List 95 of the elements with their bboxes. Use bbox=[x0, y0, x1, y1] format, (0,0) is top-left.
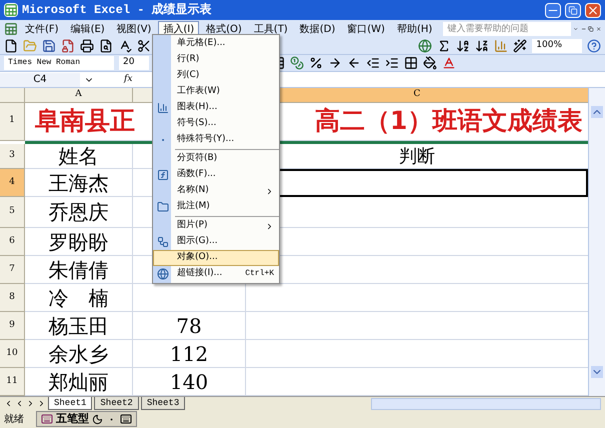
new-icon[interactable] bbox=[4, 39, 18, 53]
status-text: 就绪 bbox=[4, 412, 25, 426]
row-header[interactable]: 11 bbox=[0, 368, 25, 396]
menu-item-icon bbox=[157, 268, 169, 280]
menu-item-icon bbox=[157, 102, 169, 114]
scroll-down-icon[interactable] bbox=[591, 366, 603, 378]
table-cell: 78 bbox=[133, 312, 246, 340]
row-header[interactable]: 6 bbox=[0, 228, 25, 256]
table-cell: 王海杰 bbox=[25, 169, 133, 197]
menu-item[interactable]: 图表(H)... bbox=[153, 100, 279, 116]
table-cell: 姓名 bbox=[25, 144, 133, 169]
sort-ascending-icon[interactable] bbox=[456, 39, 470, 53]
table-cell: 罗盼盼 bbox=[25, 228, 133, 256]
menu-item[interactable]: 格式(O) bbox=[201, 21, 247, 37]
menu-item[interactable]: 名称(N) bbox=[153, 183, 279, 199]
corner-cell[interactable] bbox=[0, 88, 25, 102]
horizontal-scrollbar[interactable] bbox=[371, 398, 601, 410]
menu-item[interactable]: 图示(G)... bbox=[153, 234, 279, 250]
name-box[interactable]: C4 bbox=[0, 72, 80, 86]
save-icon[interactable] bbox=[42, 39, 56, 53]
hyperlink-icon[interactable] bbox=[418, 39, 432, 53]
function-label[interactable]: fx bbox=[124, 72, 132, 86]
table-cell: 杨玉田 bbox=[25, 312, 133, 340]
next-sheet-icon[interactable] bbox=[26, 399, 35, 408]
font-size-field[interactable]: 20 bbox=[119, 56, 149, 70]
vertical-scrollbar[interactable] bbox=[588, 88, 605, 396]
print-icon[interactable] bbox=[80, 39, 94, 53]
font-color-icon[interactable] bbox=[442, 56, 456, 70]
menu-item[interactable]: 批注(M) bbox=[153, 199, 279, 215]
menu-item[interactable]: 列(C) bbox=[153, 68, 279, 84]
menu-item[interactable]: 行(R) bbox=[153, 52, 279, 68]
restore-button[interactable] bbox=[565, 2, 581, 18]
row-header[interactable]: 3 bbox=[0, 144, 25, 169]
close-button[interactable] bbox=[585, 2, 601, 18]
menu-item[interactable]: 编辑(E) bbox=[66, 21, 110, 37]
row-header[interactable]: 5 bbox=[0, 197, 25, 228]
spelling-icon[interactable] bbox=[118, 39, 132, 53]
table-cell: 冷 楠 bbox=[25, 284, 133, 312]
previous-sheet-icon[interactable] bbox=[15, 399, 24, 408]
fill-color-icon[interactable] bbox=[423, 56, 437, 70]
menu-item[interactable]: 窗口(W) bbox=[342, 21, 390, 37]
scroll-up-icon[interactable] bbox=[591, 106, 603, 118]
sheet-tab[interactable]: Sheet3 bbox=[140, 397, 186, 410]
menu-item[interactable]: 超链接(I)... Ctrl+K bbox=[153, 266, 279, 282]
menu-item[interactable]: 文件(F) bbox=[20, 21, 64, 37]
row-header[interactable]: 9 bbox=[0, 312, 25, 340]
last-sheet-icon[interactable] bbox=[37, 399, 46, 408]
menu-item[interactable]: 数据(D) bbox=[294, 21, 340, 37]
ime-mode[interactable]: 五笔型 bbox=[56, 410, 89, 428]
menu-item-icon bbox=[157, 201, 169, 213]
menu-item[interactable]: 工具(T) bbox=[248, 21, 293, 37]
table-cell: 112 bbox=[133, 340, 246, 368]
menu-item[interactable]: 图片(P) bbox=[153, 218, 279, 234]
menu-item[interactable]: 函数(F)... bbox=[153, 167, 279, 183]
menu-item-icon bbox=[157, 169, 169, 181]
ime-toolbar[interactable]: 五笔型 bbox=[36, 411, 137, 427]
row-header[interactable]: 4 bbox=[0, 169, 25, 197]
excel-icon bbox=[4, 3, 18, 17]
percent-icon[interactable] bbox=[309, 56, 323, 70]
soft-keyboard-icon[interactable] bbox=[120, 413, 132, 425]
borders-icon[interactable] bbox=[404, 56, 418, 70]
menu-item[interactable]: 帮助(H) bbox=[392, 21, 438, 37]
table-cell: 乔恩庆 bbox=[25, 197, 133, 228]
window-title: Microsoft Excel - 成绩显示表 bbox=[22, 2, 213, 19]
zoom-field[interactable]: 100% bbox=[532, 39, 582, 53]
menu-item[interactable]: 对象(O)... bbox=[153, 250, 279, 266]
sort-descending-icon[interactable] bbox=[475, 39, 490, 53]
table-title: 阜南县正 bbox=[34, 105, 135, 138]
print-preview-icon[interactable] bbox=[99, 39, 113, 53]
increase-indent-icon[interactable] bbox=[385, 56, 399, 70]
table-cell: 余水乡 bbox=[25, 340, 133, 368]
permission-icon[interactable] bbox=[61, 39, 75, 53]
sheet-tab[interactable]: Sheet1 bbox=[48, 397, 92, 410]
table-title: 高二（1）班语文成绩表 bbox=[315, 105, 582, 138]
menu-item[interactable]: 符号(S)... bbox=[153, 116, 279, 132]
first-sheet-icon[interactable] bbox=[4, 399, 13, 408]
help-search-field[interactable]: 键入需要帮助的问题 bbox=[443, 22, 572, 36]
table-cell: 朱倩倩 bbox=[25, 256, 133, 284]
cut-icon[interactable] bbox=[137, 39, 151, 53]
font-field[interactable]: Times New Roman bbox=[4, 56, 114, 70]
row-header[interactable]: 8 bbox=[0, 284, 25, 312]
decrease-indent-icon[interactable] bbox=[366, 56, 380, 70]
column-header[interactable]: A bbox=[25, 88, 133, 102]
help-icon[interactable] bbox=[587, 39, 601, 53]
menu-item[interactable]: 视图(V) bbox=[112, 21, 156, 37]
row-header[interactable]: 10 bbox=[0, 340, 25, 368]
restore-icon[interactable] bbox=[588, 24, 594, 34]
menu-item[interactable]: 单元格(E)... bbox=[153, 36, 279, 52]
minimize-button[interactable] bbox=[545, 2, 561, 18]
row-header[interactable]: 1 bbox=[0, 102, 25, 140]
sheet-tab[interactable]: Sheet2 bbox=[94, 397, 139, 410]
currency-icon[interactable] bbox=[290, 56, 304, 70]
chart-wizard-icon[interactable] bbox=[494, 39, 508, 53]
menu-item-icon bbox=[157, 236, 169, 248]
row-header[interactable]: 7 bbox=[0, 256, 25, 284]
